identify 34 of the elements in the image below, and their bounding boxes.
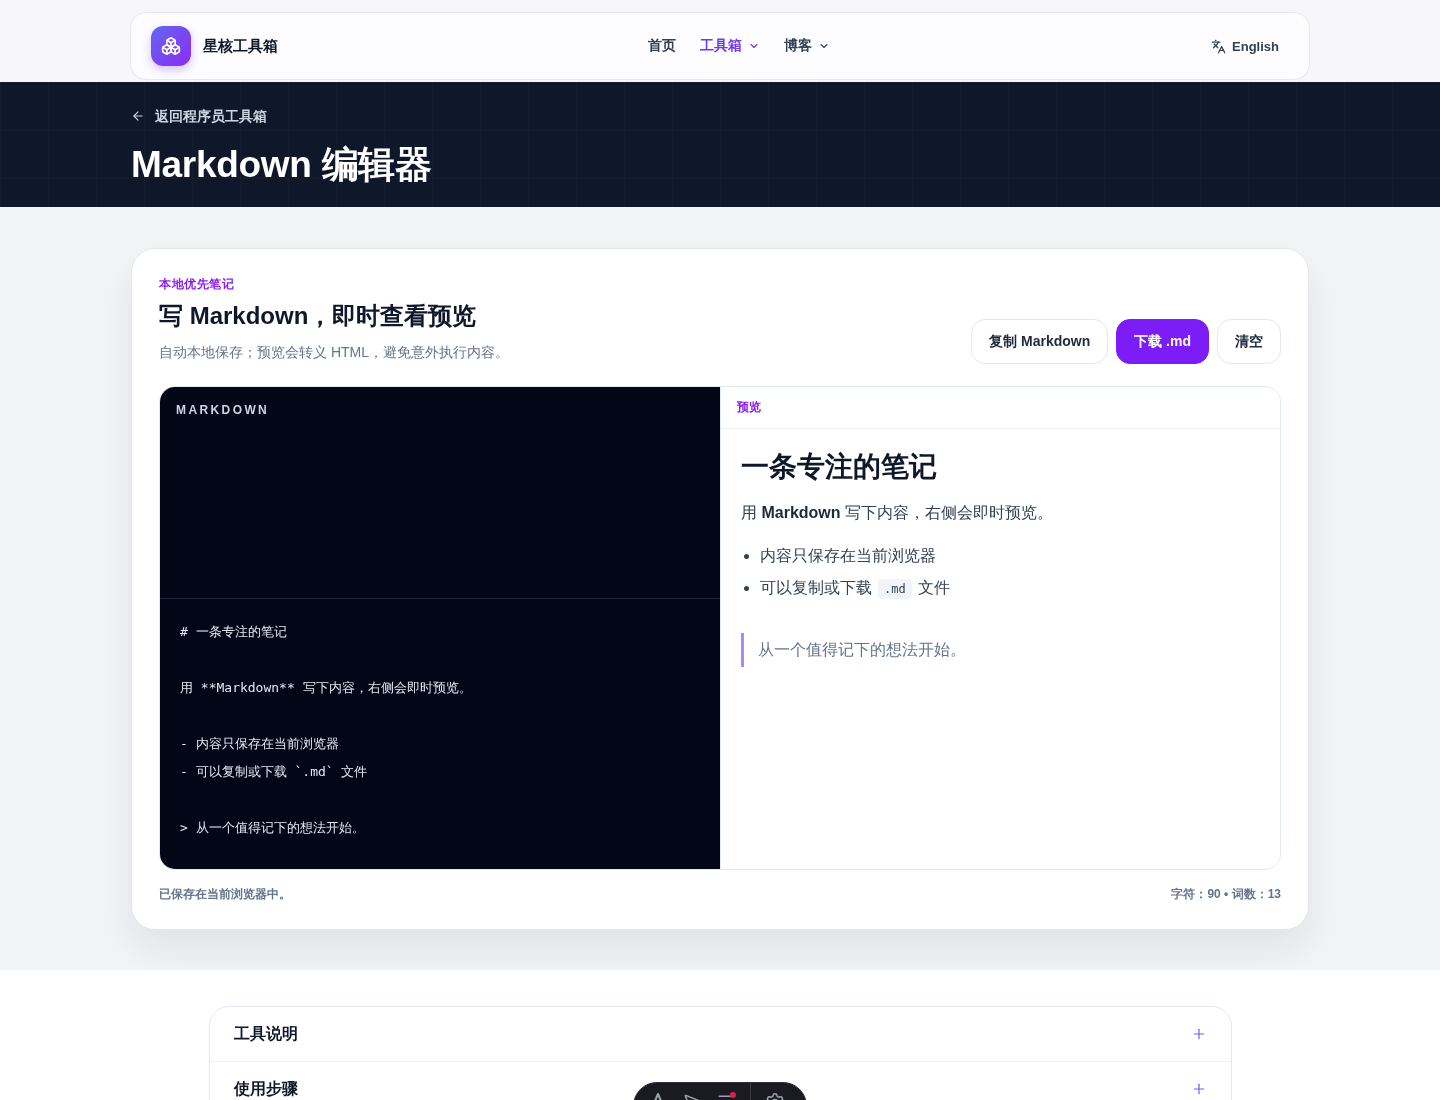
nav-link[interactable]: 首页	[648, 37, 676, 55]
editor-line: # 一条专注的笔记	[180, 623, 287, 641]
editor-line: 用 **Markdown** 写下内容，右侧会即时预览。	[180, 679, 472, 697]
language-button[interactable]: English	[1201, 32, 1289, 60]
download-button[interactable]: 下载 .md	[1116, 319, 1209, 364]
editor-line: - 可以复制或下载 `.md` 文件	[180, 763, 368, 781]
panel-label: MARKDOWN	[176, 403, 270, 417]
brand-name[interactable]: 星核工具箱	[203, 36, 278, 56]
list-item: 可以复制或下载 .md 文件	[760, 575, 950, 602]
action-button[interactable]: 清空	[1217, 319, 1281, 364]
accordion-item[interactable]: 工具说明	[209, 1007, 1231, 1062]
bullet-icon	[744, 586, 749, 591]
action-button[interactable]: 复制 Markdown	[971, 319, 1109, 364]
bullet-icon	[744, 553, 749, 559]
card-title: 写 Markdown，即时查看预览	[159, 301, 478, 331]
nav-link[interactable]: 博客	[784, 37, 830, 55]
back-link[interactable]: 返回程序员工具箱	[131, 106, 267, 126]
nav-link[interactable]: 工具箱	[700, 37, 760, 55]
save-status: 已保存在当前浏览器中。	[159, 886, 291, 902]
editor-line: > 从一个值得记下的想法开始。	[180, 819, 365, 837]
translate-icon	[1211, 38, 1227, 54]
preview-paragraph: 用 Markdown 写下内容，右侧会即时预览。	[741, 503, 1055, 523]
list-item: 内容只保存在当前浏览器	[760, 546, 936, 566]
markdown-input-field[interactable]: # 一条专注的笔记 用 **Markdown** 写下内容，右侧会即时预览。 - 内容只保存在当前浏览器 - 可以复制或下载 `.md` 文件 > 从一个值得记下的想法开始。	[160, 599, 720, 869]
preview-heading: 一条专注的笔记	[741, 450, 938, 484]
page-title: Markdown 编辑器	[131, 143, 433, 187]
character-word-count: 字符：90 • 词数：13	[1171, 886, 1281, 902]
editor-line: - 内容只保存在当前浏览器	[180, 735, 339, 753]
eyebrow-label: 本地优先笔记	[159, 276, 235, 292]
preview-blockquote: 从一个值得记下的想法开始。	[741, 633, 1260, 667]
panel-label: 预览	[737, 399, 761, 416]
cubes-logo-icon[interactable]	[151, 26, 191, 66]
back-arrow-icon	[131, 109, 145, 123]
card-subtitle: 自动本地保存；预览会转义 HTML，避免意外执行内容。	[159, 343, 509, 362]
